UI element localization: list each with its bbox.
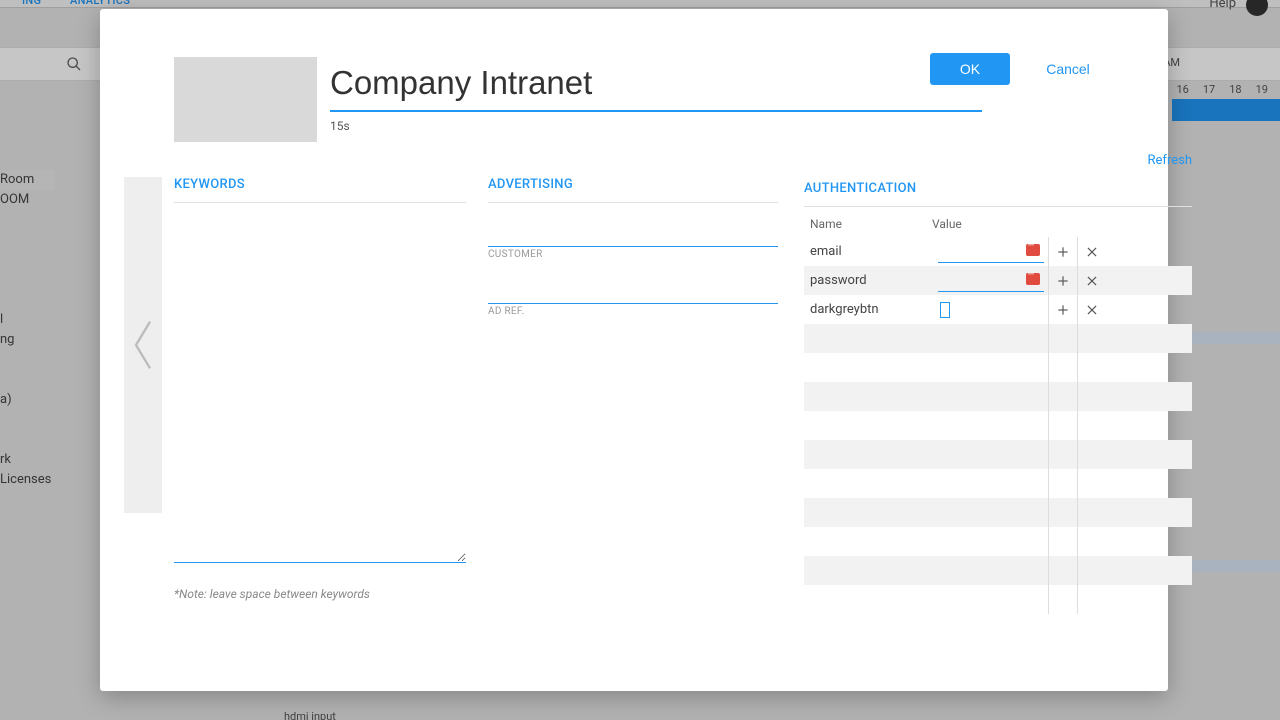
content-duration: 15s [330,119,350,133]
content-title-input[interactable] [330,56,982,112]
auth-row-name: password [804,273,932,288]
close-icon [1085,303,1099,317]
auth-row [804,469,1192,498]
auth-row [804,440,1192,469]
auth-row [804,411,1192,440]
add-row-button[interactable] [1053,303,1073,317]
remove-row-button[interactable] [1082,303,1102,317]
add-row-button[interactable] [1053,274,1073,288]
password-manager-icon[interactable] [1026,273,1040,285]
previous-item-button[interactable] [124,177,162,513]
keywords-note: *Note: leave space between keywords [174,587,466,601]
plus-icon [1056,303,1070,317]
element-selector-box[interactable] [940,302,950,318]
cancel-button[interactable]: Cancel [1028,53,1108,85]
auth-refresh-link[interactable]: Refresh [1148,153,1192,168]
auth-row [804,382,1192,411]
chevron-left-icon [129,315,157,375]
customer-label: CUSTOMER [488,249,778,260]
customer-input[interactable] [488,203,778,247]
auth-row [804,527,1192,556]
auth-table: Name Value email password darkgreybtn [804,211,1192,614]
auth-row-name: email [804,244,932,259]
adref-label: AD REF. [488,306,778,317]
content-thumbnail[interactable] [174,57,317,142]
auth-row-value [932,241,1044,263]
auth-row-value [932,270,1044,292]
advertising-heading: ADVERTISING [488,177,778,203]
auth-row: email [804,237,1192,266]
auth-row: darkgreybtn [804,295,1192,324]
auth-row-name: darkgreybtn [804,302,932,317]
keywords-textarea[interactable] [174,207,466,563]
plus-icon [1056,274,1070,288]
remove-row-button[interactable] [1082,245,1102,259]
close-icon [1085,274,1099,288]
keywords-heading: KEYWORDS [174,177,466,203]
auth-row [804,556,1192,585]
plus-icon [1056,245,1070,259]
add-row-button[interactable] [1053,245,1073,259]
auth-row [804,324,1192,353]
auth-row [804,353,1192,382]
close-icon [1085,245,1099,259]
auth-col-name: Name [804,217,932,231]
edit-content-modal: 15s OK Cancel KEYWORDS *Note: leave spac… [100,9,1168,691]
auth-row [804,585,1192,614]
auth-heading: AUTHENTICATION [804,181,916,196]
auth-row [804,498,1192,527]
auth-row: password [804,266,1192,295]
remove-row-button[interactable] [1082,274,1102,288]
auth-row-value [932,302,1044,318]
adref-input[interactable] [488,260,778,304]
password-manager-icon[interactable] [1026,244,1040,256]
ok-button[interactable]: OK [930,53,1010,85]
auth-col-value: Value [932,217,1044,231]
